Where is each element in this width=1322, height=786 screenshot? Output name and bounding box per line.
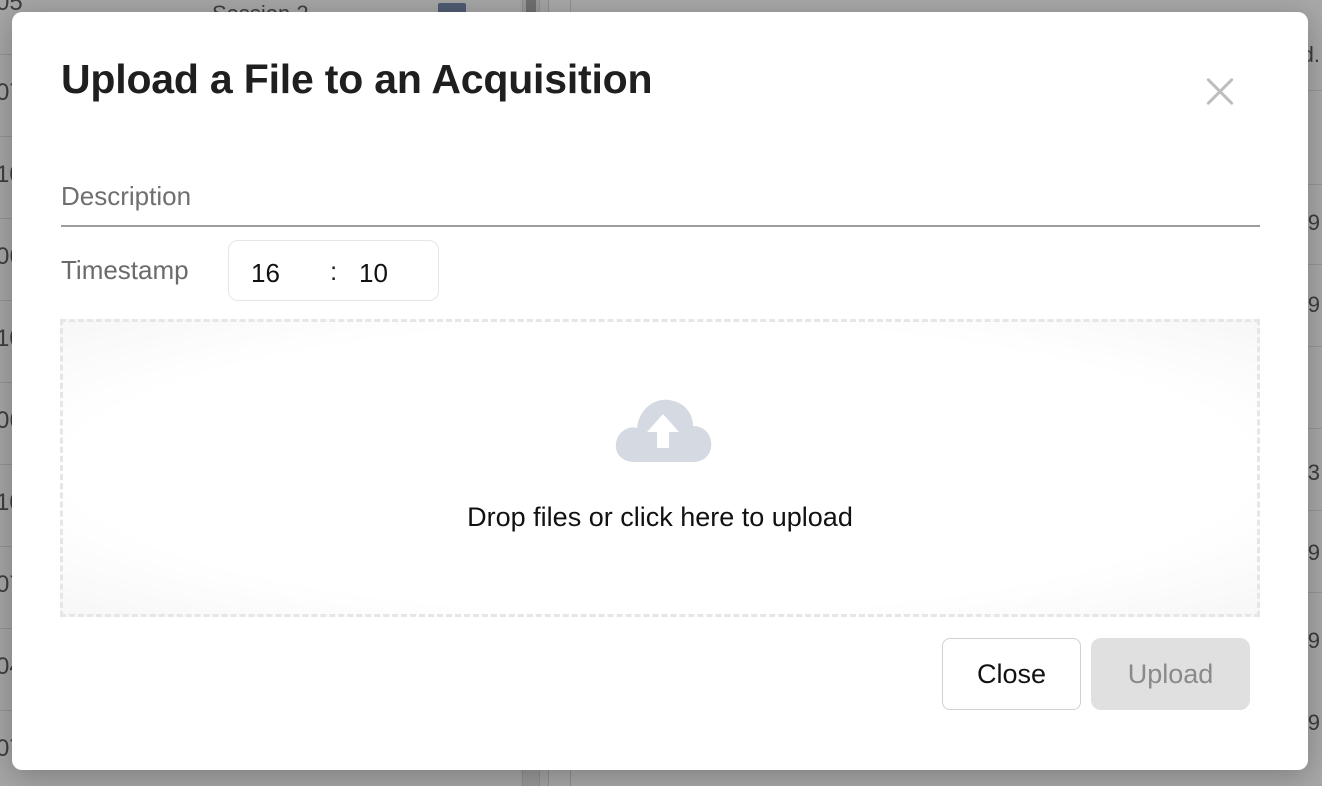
close-icon[interactable] xyxy=(1200,72,1240,112)
upload-button[interactable]: Upload xyxy=(1091,638,1250,710)
upload-file-modal: Upload a File to an Acquisition Timestam… xyxy=(12,12,1308,770)
background-cell-text: 9 xyxy=(1307,292,1320,317)
timestamp-separator: : xyxy=(330,256,338,286)
background-cell-text: 9 xyxy=(1307,540,1320,565)
background-cell-text: 9 xyxy=(1307,710,1320,735)
modal-title: Upload a File to an Acquisition xyxy=(61,56,653,102)
close-button[interactable]: Close xyxy=(942,638,1081,710)
timestamp-minutes[interactable]: 10 xyxy=(359,258,388,289)
background-cell-text: 9 xyxy=(1307,210,1320,235)
file-dropzone[interactable]: Drop files or click here to upload xyxy=(60,319,1260,617)
cloud-upload-icon xyxy=(615,399,712,462)
timestamp-input[interactable]: 16 : 10 xyxy=(228,240,439,301)
timestamp-label: Timestamp xyxy=(61,255,189,285)
timestamp-hours[interactable]: 16 xyxy=(251,258,280,289)
dropzone-text: Drop files or click here to upload xyxy=(467,502,853,532)
description-input[interactable] xyxy=(61,162,1260,225)
description-field xyxy=(61,162,1260,227)
background-cell-text: 9 xyxy=(1307,628,1320,653)
